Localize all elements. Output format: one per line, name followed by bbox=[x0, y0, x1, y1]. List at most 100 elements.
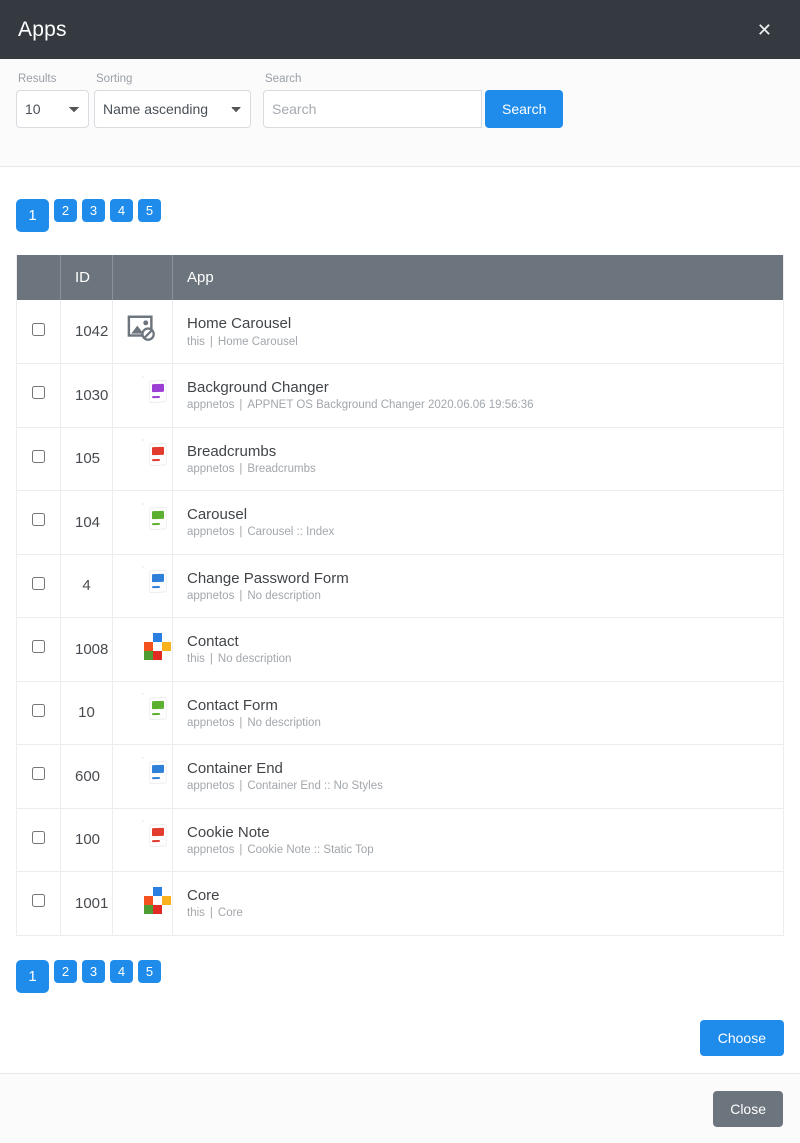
page-button-bottom-3[interactable]: 3 bbox=[82, 959, 105, 983]
document-icon bbox=[127, 377, 166, 409]
row-select-cell[interactable] bbox=[16, 554, 61, 618]
search-input[interactable] bbox=[263, 90, 482, 128]
row-select-cell[interactable] bbox=[16, 427, 61, 491]
row-app-owner: appnetos bbox=[187, 399, 235, 412]
table-row[interactable]: 105 Breadcrumbs appnetos | Breadcrumbs bbox=[16, 427, 784, 491]
row-checkbox[interactable] bbox=[32, 703, 45, 717]
row-id: 10 bbox=[60, 681, 113, 745]
page-button-1[interactable]: 1 bbox=[16, 199, 49, 232]
page-button-5[interactable]: 5 bbox=[138, 199, 161, 222]
row-app-name: Change Password Form bbox=[187, 569, 349, 587]
apps-table-head: ID App bbox=[16, 255, 784, 300]
page-button-bottom-5[interactable]: 5 bbox=[138, 959, 161, 983]
row-icon-cell bbox=[112, 490, 173, 555]
row-id: 600 bbox=[60, 744, 113, 809]
document-icon bbox=[127, 758, 166, 790]
table-row[interactable]: 4 Change Password Form appnetos | No descrip… bbox=[16, 554, 784, 618]
modal-body: 1 2 3 4 5 ID App 1042 Home Carousel this | H… bbox=[0, 167, 800, 1073]
row-id: 1001 bbox=[60, 871, 113, 936]
row-app-cell: Container Endappnetos | Container End :: N… bbox=[172, 744, 784, 809]
results-label: Results bbox=[18, 73, 57, 85]
row-select-cell[interactable] bbox=[16, 744, 61, 809]
table-row[interactable]: 1008 Contact this | No description bbox=[16, 617, 784, 682]
document-icon bbox=[127, 567, 166, 599]
choose-button[interactable]: Choose bbox=[699, 1019, 784, 1056]
row-app-name: Contact bbox=[187, 633, 239, 651]
search-button[interactable]: Search bbox=[485, 90, 564, 128]
row-select-cell[interactable] bbox=[16, 681, 61, 745]
table-row[interactable]: 1001 Core this | Core bbox=[16, 871, 784, 936]
row-select-cell[interactable] bbox=[16, 363, 61, 428]
row-id: 1008 bbox=[60, 617, 113, 682]
row-select-cell[interactable] bbox=[16, 617, 61, 682]
row-meta-separator: | bbox=[239, 780, 243, 793]
row-app-meta: this | Core bbox=[187, 907, 769, 919]
table-row[interactable]: 1042 Home Carousel this | Home Carousel bbox=[16, 300, 784, 364]
row-select-cell[interactable] bbox=[16, 808, 61, 872]
row-app-cell: Home Carousel this | Home Carousel bbox=[172, 300, 784, 364]
row-app-meta: appnetos | Breadcrumbs bbox=[187, 463, 769, 475]
row-app-owner: appnetos bbox=[187, 843, 235, 856]
row-app-description: No description bbox=[247, 589, 321, 602]
row-select-cell[interactable] bbox=[16, 871, 61, 936]
row-checkbox[interactable] bbox=[32, 830, 45, 844]
row-checkbox[interactable] bbox=[32, 322, 45, 336]
table-row[interactable]: 10 Contact Form appnetos | No description bbox=[16, 681, 784, 745]
row-app-cell: Carousel appnetos | Carousel :: Index bbox=[172, 490, 784, 555]
row-icon-cell bbox=[112, 681, 173, 745]
row-app-cell: Background Changer appnetos | APPNET OS Bac… bbox=[172, 363, 784, 428]
page-title: Apps bbox=[18, 17, 67, 41]
row-app-owner: appnetos bbox=[187, 780, 235, 793]
row-app-owner: appnetos bbox=[187, 526, 235, 539]
document-icon bbox=[127, 694, 166, 726]
pagination-top: 1 2 3 4 5 bbox=[16, 199, 784, 232]
row-app-cell: Core this | Core bbox=[172, 871, 784, 936]
row-app-meta: appnetos | APPNET OS Background Changer 20… bbox=[187, 399, 769, 411]
modal-header: Apps ✕ bbox=[0, 0, 800, 59]
results-select[interactable]: 10 bbox=[16, 90, 89, 128]
apps-table: ID App 1042 Home Carousel this | Home Carous… bbox=[16, 255, 784, 936]
table-row[interactable]: 1030 Background Changer appnetos | APPNET OS… bbox=[16, 363, 784, 428]
row-checkbox[interactable] bbox=[32, 767, 45, 781]
table-row[interactable]: 104 Carousel appnetos | Carousel :: Index bbox=[16, 490, 784, 555]
row-app-description: No description bbox=[217, 653, 292, 666]
sorting-field-group: Sorting Name ascending bbox=[89, 73, 251, 128]
row-app-description: Container End :: No Styles bbox=[247, 780, 383, 793]
row-app-name: Container End bbox=[187, 760, 283, 778]
row-checkbox[interactable] bbox=[32, 576, 45, 590]
page-button-4[interactable]: 4 bbox=[110, 199, 133, 222]
page-button-2[interactable]: 2 bbox=[54, 199, 77, 222]
row-icon-cell bbox=[112, 744, 173, 809]
row-checkbox[interactable] bbox=[32, 513, 45, 527]
row-checkbox[interactable] bbox=[32, 640, 45, 654]
row-app-meta: appnetos | Container End :: No Styles bbox=[187, 780, 769, 792]
row-app-name: Carousel bbox=[187, 506, 248, 524]
table-row[interactable]: 600 Container End appnetos | Container End :… bbox=[16, 744, 784, 809]
page-button-bottom-4[interactable]: 4 bbox=[110, 959, 133, 983]
row-meta-separator: | bbox=[239, 399, 243, 412]
row-app-cell: Contact Form appnetos | No description bbox=[172, 681, 784, 745]
row-icon-cell bbox=[112, 300, 173, 364]
row-checkbox[interactable] bbox=[32, 449, 45, 463]
row-icon-cell bbox=[112, 808, 173, 872]
row-select-cell[interactable] bbox=[16, 300, 61, 364]
row-id: 104 bbox=[60, 490, 113, 555]
close-x-icon[interactable]: ✕ bbox=[751, 17, 778, 43]
row-checkbox[interactable] bbox=[32, 386, 45, 400]
row-app-meta: appnetos | No description bbox=[187, 717, 769, 729]
page-button-bottom-2[interactable]: 2 bbox=[54, 959, 77, 983]
row-app-meta: this | Home Carousel bbox=[187, 336, 769, 348]
sorting-label: Sorting bbox=[96, 73, 133, 85]
close-button[interactable]: Close bbox=[713, 1090, 783, 1127]
row-meta-separator: | bbox=[239, 589, 243, 602]
header-icon bbox=[112, 255, 173, 300]
page-button-3[interactable]: 3 bbox=[82, 199, 105, 222]
table-row[interactable]: 100 Cookie Note appnetos | Cookie Note :: St… bbox=[16, 808, 784, 872]
pagination-bottom: 1 2 3 4 5 bbox=[16, 959, 784, 993]
page-button-bottom-1[interactable]: 1 bbox=[16, 959, 49, 993]
row-app-owner: appnetos bbox=[187, 462, 235, 475]
sorting-select[interactable]: Name ascending bbox=[94, 90, 251, 128]
row-select-cell[interactable] bbox=[16, 490, 61, 555]
row-checkbox[interactable] bbox=[32, 894, 45, 908]
core-logo-icon bbox=[127, 885, 171, 917]
